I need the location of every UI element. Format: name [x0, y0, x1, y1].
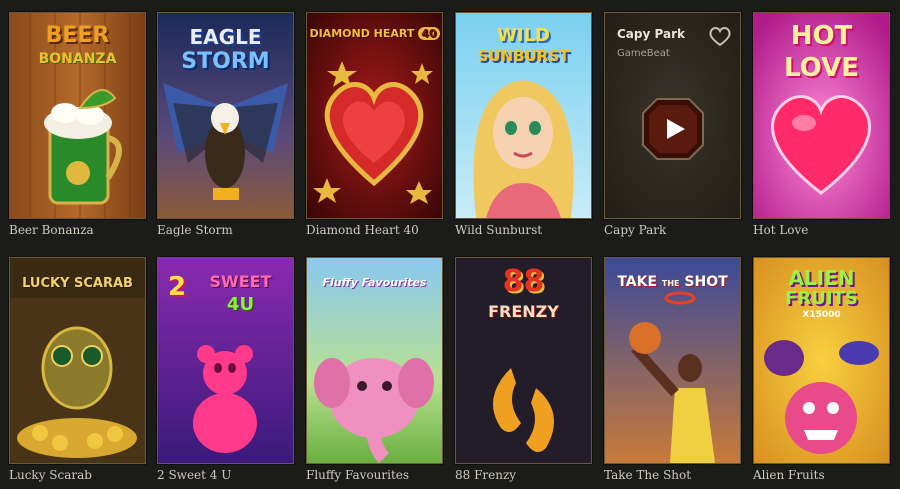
provider-name: GameBeat — [617, 48, 670, 59]
game-thumbnail[interactable]: 2 SWEET 4U — [157, 257, 294, 464]
game-card-fluffy-favourites[interactable]: Fluffy Favourites Fluffy Favourites — [306, 257, 443, 482]
game-label[interactable]: Beer Bonanza — [9, 223, 146, 237]
play-button[interactable] — [641, 97, 705, 161]
game-subtitle-art: LOVE — [784, 53, 859, 83]
game-thumbnail[interactable]: ALIEN FRUITS X15000 — [753, 257, 890, 464]
game-thumbnail[interactable]: Capy Park GameBeat — [604, 12, 741, 219]
game-title-art: LUCKY SCARAB — [22, 276, 133, 291]
game-card-eagle-storm[interactable]: EAGLE STORM Eagle Storm — [157, 12, 294, 237]
game-title-art: Fluffy Favourites — [322, 276, 427, 289]
game-thumbnail[interactable]: 88 FRENZY — [455, 257, 592, 464]
game-card-88-frenzy[interactable]: 88 FRENZY 88 Frenzy — [455, 257, 592, 482]
game-label[interactable]: Wild Sunburst — [455, 223, 592, 237]
game-title-art: 88 — [502, 264, 545, 299]
game-label[interactable]: Hot Love — [753, 223, 890, 237]
game-card-2-sweet-4-u[interactable]: 2 SWEET 4U 2 Sweet 4 U — [157, 257, 294, 482]
game-label[interactable]: Diamond Heart 40 — [306, 223, 443, 237]
game-label[interactable]: 88 Frenzy — [455, 468, 592, 482]
game-title-art: DIAMOND HEART 40 — [307, 27, 442, 40]
game-card-lucky-scarab[interactable]: LUCKY SCARAB Lucky Scarab — [9, 257, 146, 482]
game-label[interactable]: 2 Sweet 4 U — [157, 468, 294, 482]
game-label[interactable]: Take The Shot — [604, 468, 741, 482]
game-subtitle-art: 4U — [226, 294, 255, 315]
game-title-art: ALIEN — [788, 266, 855, 290]
game-card-take-the-shot[interactable]: TAKE THE SHOT Take The Shot — [604, 257, 741, 482]
game-multiplier-art: X15000 — [802, 310, 841, 320]
game-thumbnail[interactable]: TAKE THE SHOT — [604, 257, 741, 464]
game-thumbnail[interactable]: HOT LOVE — [753, 12, 890, 219]
game-thumbnail[interactable]: EAGLE STORM — [157, 12, 294, 219]
game-label[interactable]: Lucky Scarab — [9, 468, 146, 482]
game-title-art: TAKE THE SHOT — [617, 274, 728, 290]
game-subtitle-art: FRUITS — [785, 288, 858, 309]
play-icon — [642, 98, 704, 160]
favorite-heart-icon[interactable] — [708, 25, 732, 47]
game-thumbnail[interactable]: Fluffy Favourites — [306, 257, 443, 464]
game-thumbnail[interactable]: BEER BONANZA — [9, 12, 146, 219]
game-thumbnail[interactable]: LUCKY SCARAB — [9, 257, 146, 464]
game-card-capy-park[interactable]: Capy Park GameBeat Capy Park — [604, 12, 741, 237]
game-title-art: BEER — [45, 23, 110, 48]
card-title: Capy Park — [617, 27, 685, 41]
game-subtitle-art: SUNBURST — [477, 47, 570, 65]
game-title-art: WILD — [497, 25, 550, 46]
game-label[interactable]: Eagle Storm — [157, 223, 294, 237]
game-label[interactable]: Capy Park — [604, 223, 741, 237]
game-card-alien-fruits[interactable]: ALIEN FRUITS X15000 Alien Fruits — [753, 257, 890, 482]
game-thumbnail[interactable]: DIAMOND HEART 40 — [306, 12, 443, 219]
game-label[interactable]: Alien Fruits — [753, 468, 890, 482]
game-subtitle-art: BONANZA — [38, 51, 117, 67]
game-subtitle-art: STORM — [181, 49, 270, 74]
game-title-art: HOT — [790, 21, 853, 51]
game-title-art: 2 — [168, 272, 187, 302]
game-label[interactable]: Fluffy Favourites — [306, 468, 443, 482]
game-card-hot-love[interactable]: HOT LOVE Hot Love — [753, 12, 890, 237]
game-title-art: EAGLE — [189, 25, 262, 49]
diamond-heart-artwork — [307, 13, 442, 218]
game-subtitle-art: SWEET — [209, 272, 272, 291]
game-subtitle-art: FRENZY — [488, 302, 559, 321]
game-card-wild-sunburst[interactable]: WILD SUNBURST Wild Sunburst — [455, 12, 592, 237]
game-card-diamond-heart-40[interactable]: DIAMOND HEART 40 Diamond Heart 40 — [306, 12, 443, 237]
game-thumbnail[interactable]: WILD SUNBURST — [455, 12, 592, 219]
game-card-beer-bonanza[interactable]: BEER BONANZA Beer Bonanza — [9, 12, 146, 237]
